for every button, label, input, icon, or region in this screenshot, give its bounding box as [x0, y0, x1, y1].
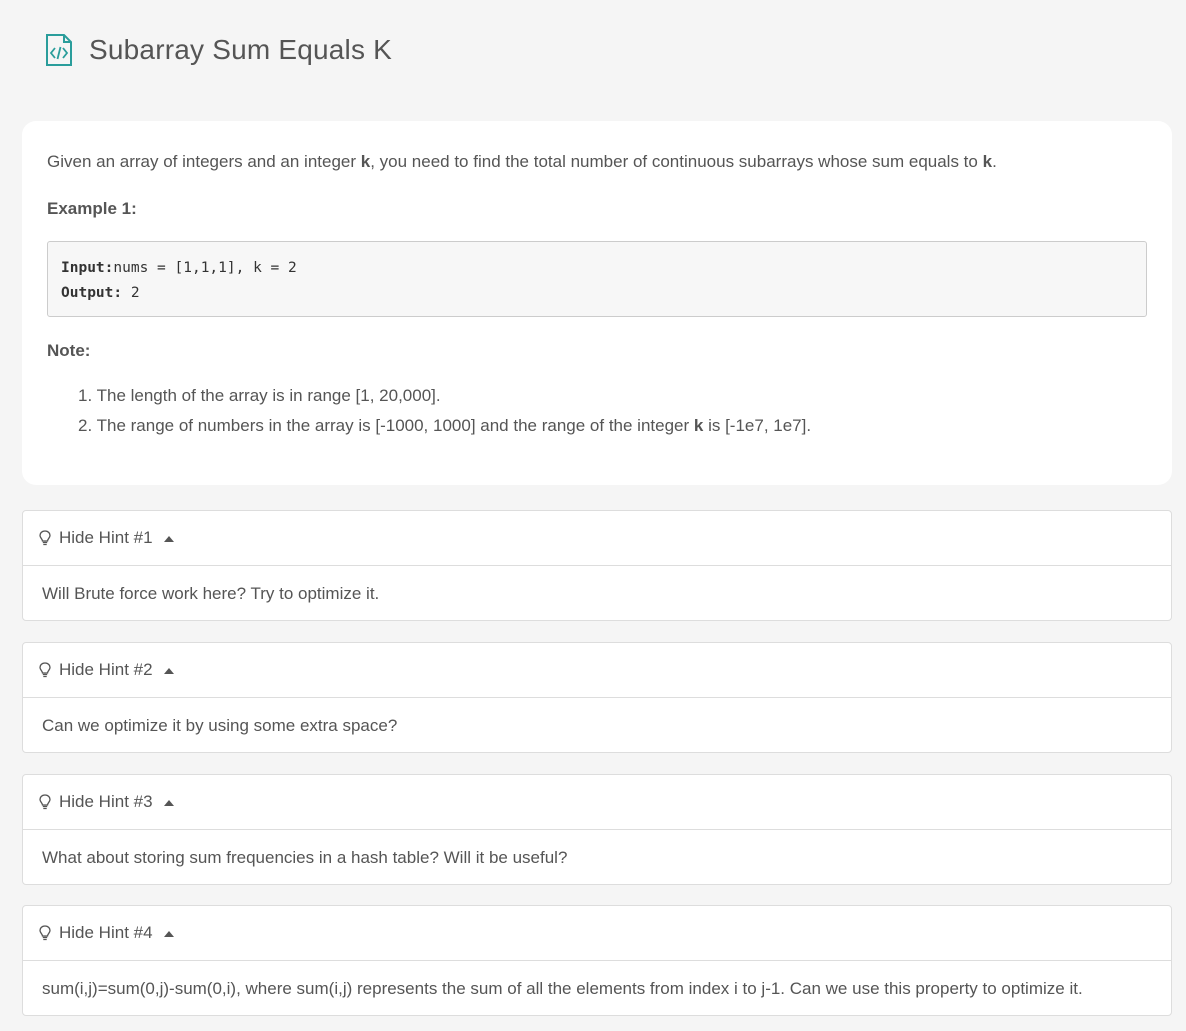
caret-up-icon: [163, 930, 174, 937]
hint-label: Hide Hint #4: [59, 923, 153, 942]
hint-toggle-1[interactable]: Hide Hint #1: [23, 511, 1171, 566]
note-heading: Note:: [47, 341, 91, 360]
caret-up-icon: [163, 667, 174, 674]
problem-description: Given an array of integers and an intege…: [47, 152, 997, 171]
caret-up-icon: [163, 535, 174, 542]
list-item: 2. The range of numbers in the array is …: [78, 416, 812, 435]
problem-card: Given an array of integers and an intege…: [22, 121, 1172, 485]
caret-up-icon: [163, 799, 174, 806]
hint-toggle-3[interactable]: Hide Hint #3: [23, 775, 1171, 830]
example-code-block: Input:nums = [1,1,1], k = 2 Output: 2: [47, 241, 1147, 317]
hint-label: Hide Hint #3: [59, 792, 153, 811]
example-heading: Example 1:: [47, 199, 137, 218]
hint-text: Will Brute force work here? Try to optim…: [42, 583, 380, 603]
code-file-icon: [46, 34, 72, 66]
lightbulb-icon: [39, 794, 51, 810]
hint-label: Hide Hint #2: [59, 660, 153, 679]
hint-text: Can we optimize it by using some extra s…: [42, 715, 398, 735]
hint-toggle-4[interactable]: Hide Hint #4: [23, 906, 1171, 961]
hint-panel-1: Hide Hint #1 Will Brute force work here?…: [22, 510, 1172, 621]
lightbulb-icon: [39, 530, 51, 546]
hint-panel-2: Hide Hint #2 Can we optimize it by using…: [22, 642, 1172, 753]
hint-panel-4: Hide Hint #4 sum(i,j)=sum(0,j)-sum(0,i),…: [22, 905, 1172, 1016]
hint-toggle-2[interactable]: Hide Hint #2: [23, 643, 1171, 698]
hint-panel-3: Hide Hint #3 What about storing sum freq…: [22, 774, 1172, 885]
hint-text: sum(i,j)=sum(0,j)-sum(0,i), where sum(i,…: [42, 978, 1083, 998]
lightbulb-icon: [39, 662, 51, 678]
page-header: Subarray Sum Equals K: [0, 0, 1186, 100]
lightbulb-icon: [39, 925, 51, 941]
page-title: Subarray Sum Equals K: [89, 34, 393, 65]
note-list: 1. The length of the array is in range […: [78, 381, 811, 441]
list-item: 1. The length of the array is in range […: [78, 386, 441, 405]
hint-text: What about storing sum frequencies in a …: [42, 847, 568, 867]
hint-label: Hide Hint #1: [59, 528, 153, 547]
